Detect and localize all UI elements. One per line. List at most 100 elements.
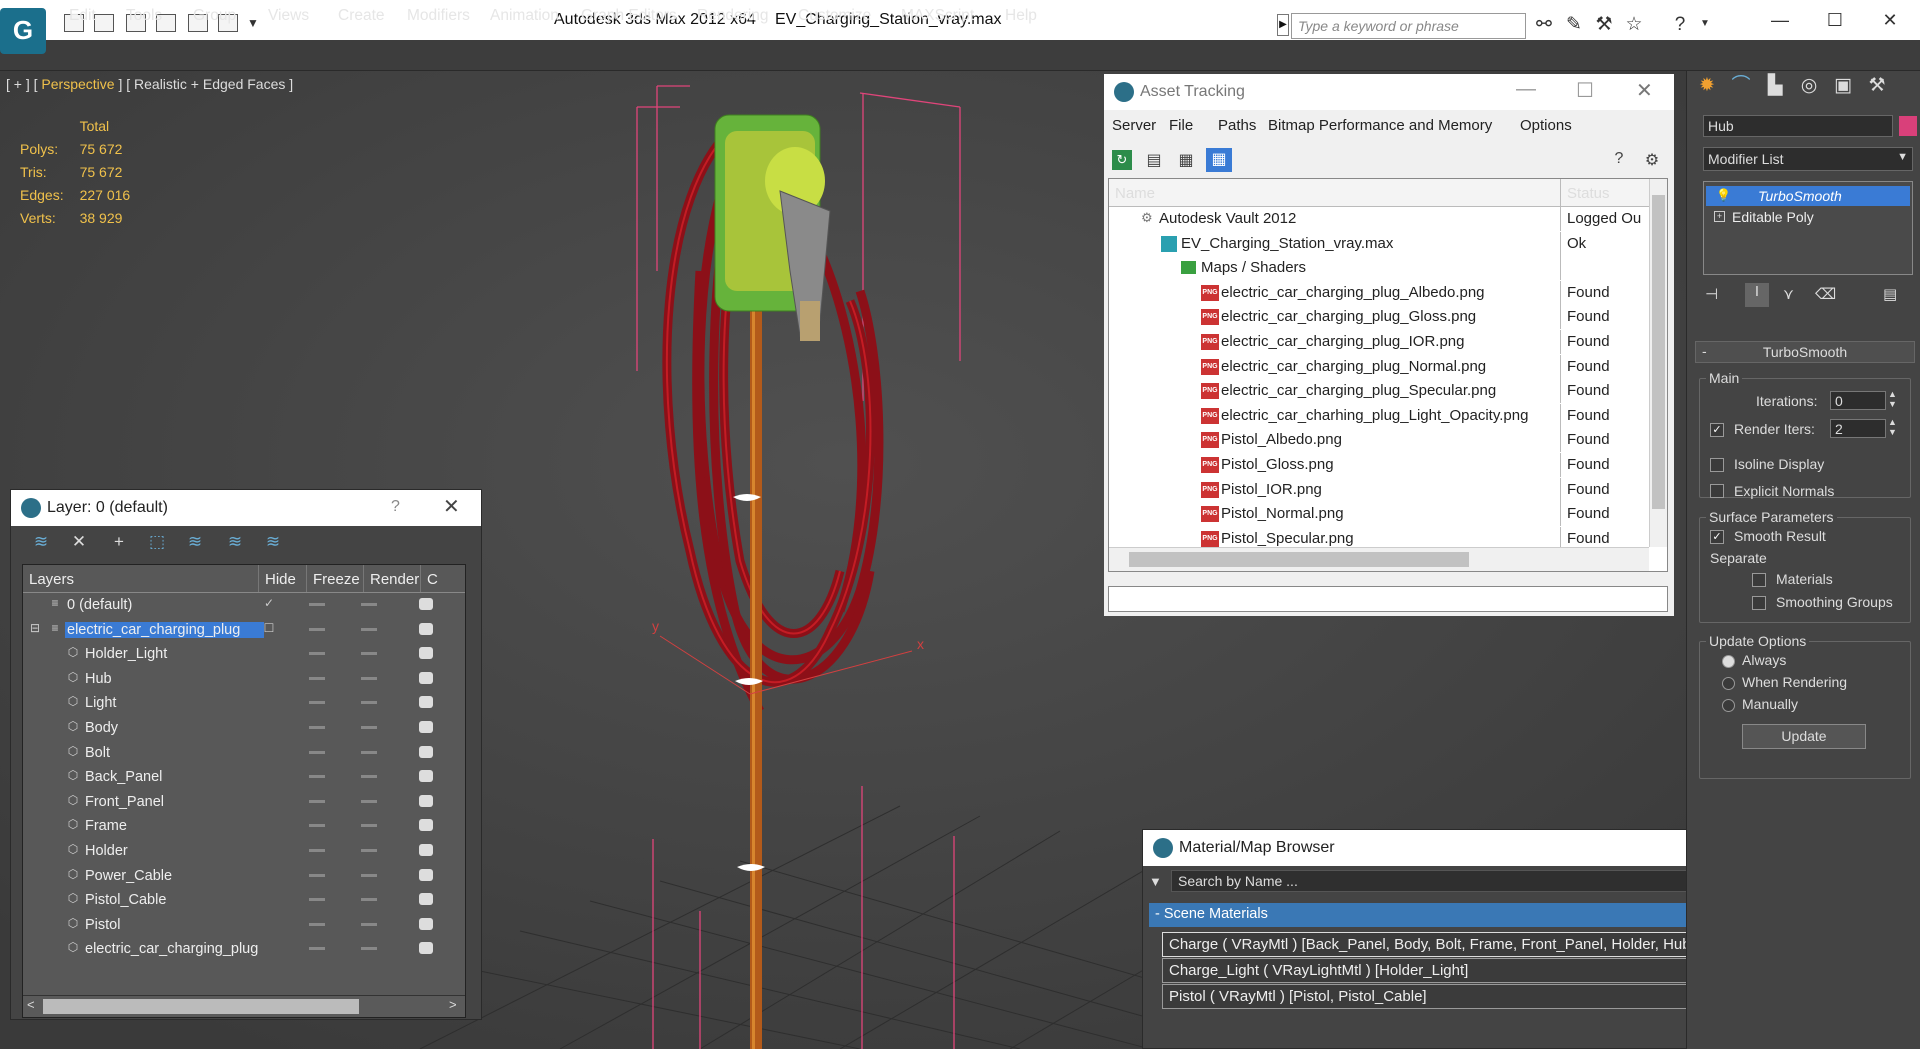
make-unique-icon[interactable]: ⋎ xyxy=(1783,285,1794,303)
app-logo-icon[interactable]: G xyxy=(0,8,46,54)
hide-toggle[interactable] xyxy=(309,726,325,729)
layer-name[interactable]: Front_Panel xyxy=(85,794,164,810)
hide-toggle[interactable] xyxy=(309,898,325,902)
hide-toggle[interactable] xyxy=(309,701,325,705)
layer-row[interactable]: ⬡ Power_Cable xyxy=(23,864,465,888)
freeze-toggle[interactable] xyxy=(361,652,377,656)
asset-row[interactable]: PNG electric_car_charhing_plug_Light_Opac… xyxy=(1109,403,1649,428)
menu-edit[interactable]: Edit xyxy=(69,7,96,25)
layer-name[interactable]: Back_Panel xyxy=(85,769,162,785)
viewport-label-view[interactable]: Perspective xyxy=(38,76,119,92)
layer-name[interactable]: Pistol xyxy=(85,917,120,933)
favorites-star-icon[interactable]: ☆ xyxy=(1622,13,1646,37)
layer-name[interactable]: electric_car_charging_plug xyxy=(85,941,258,957)
radio-always[interactable] xyxy=(1722,655,1735,668)
isoline-display-checkbox[interactable] xyxy=(1710,458,1724,472)
active-check-icon[interactable]: ✓ xyxy=(261,596,277,612)
hide-toggle[interactable] xyxy=(309,873,325,877)
refresh-icon[interactable]: ↻ xyxy=(1112,150,1132,170)
update-button[interactable]: Update xyxy=(1742,724,1866,749)
vertical-scrollbar[interactable] xyxy=(1649,179,1667,547)
scroll-thumb[interactable] xyxy=(1129,552,1469,567)
asset-row[interactable]: PNG electric_car_charging_plug_Specular.p… xyxy=(1109,379,1649,404)
stack-item-turbosmooth[interactable]: TurboSmooth xyxy=(1706,186,1910,206)
freeze-toggle[interactable] xyxy=(361,726,377,729)
hide-toggle[interactable] xyxy=(309,775,325,779)
asset-row[interactable]: ⚙ Autodesk Vault 2012 Logged Ou xyxy=(1109,207,1649,231)
asset-menu-paths[interactable]: Paths xyxy=(1218,117,1256,134)
render-teapot-icon[interactable] xyxy=(419,819,433,832)
freeze-toggle[interactable] xyxy=(361,603,377,606)
hide-toggle[interactable] xyxy=(309,676,325,680)
stack-item-editable-poly[interactable]: Editable Poly xyxy=(1706,207,1910,227)
asset-menu-bitmap[interactable]: Bitmap Performance and Memory xyxy=(1268,117,1492,134)
freeze-toggle[interactable] xyxy=(361,775,377,779)
modify-tab-icon[interactable]: ⌒ xyxy=(1725,71,1757,101)
hide-toggle[interactable] xyxy=(309,750,325,754)
freeze-toggle[interactable] xyxy=(361,824,377,828)
render-teapot-icon[interactable] xyxy=(419,647,433,660)
column-render[interactable]: Render xyxy=(364,565,421,592)
column-status[interactable]: Status xyxy=(1567,185,1610,202)
spinner-arrows-icon[interactable]: ▲ ▼ xyxy=(1888,417,1897,437)
render-teapot-icon[interactable] xyxy=(419,745,433,758)
asset-row[interactable]: PNG Pistol_IOR.png Found xyxy=(1109,477,1649,502)
layer-row[interactable]: ⬡ Back_Panel xyxy=(23,765,465,789)
menu-tools[interactable]: Tools xyxy=(126,7,162,25)
layer-row[interactable]: ⬡ Pistol_Cable xyxy=(23,888,465,912)
hide-all-icon[interactable]: ≋ xyxy=(224,531,246,553)
asset-row[interactable]: PNG electric_car_charging_plug_Normal.png… xyxy=(1109,354,1649,379)
layer-row[interactable]: ⬡ Body xyxy=(23,716,465,740)
configure-sets-icon[interactable]: ▤ xyxy=(1883,285,1897,303)
asset-path-field[interactable] xyxy=(1108,586,1668,612)
minimize-icon[interactable]: — xyxy=(1765,8,1795,32)
menu-views[interactable]: Views xyxy=(268,7,309,25)
binoculars-icon[interactable]: ⚯ xyxy=(1532,13,1556,37)
layer-row[interactable]: ⬡ Holder xyxy=(23,839,465,863)
scroll-thumb[interactable] xyxy=(1652,195,1665,509)
close-icon[interactable]: ✕ xyxy=(1636,78,1653,103)
column-freeze[interactable]: Freeze xyxy=(307,565,364,592)
tools-icon[interactable]: ⚒ xyxy=(1592,13,1616,37)
freeze-toggle[interactable] xyxy=(361,799,377,803)
radio-when-rendering[interactable] xyxy=(1722,677,1735,690)
help-search-input[interactable]: Type a keyword or phrase xyxy=(1291,13,1526,39)
freeze-toggle[interactable] xyxy=(361,701,377,705)
explicit-normals-checkbox[interactable] xyxy=(1710,484,1724,498)
turbosmooth-rollout-header[interactable]: - TurboSmooth xyxy=(1695,341,1915,363)
freeze-toggle[interactable] xyxy=(361,898,377,902)
layer-name[interactable]: electric_car_charging_plug xyxy=(65,621,265,638)
hide-toggle[interactable] xyxy=(309,947,325,951)
table-view-icon[interactable]: ▦ xyxy=(1206,148,1232,172)
spinner-arrows-icon[interactable]: ▲ ▼ xyxy=(1888,389,1897,409)
asset-menu-file[interactable]: File xyxy=(1169,117,1193,134)
menu-animation[interactable]: Animation xyxy=(490,7,559,25)
help-dropdown-icon[interactable]: ▼ xyxy=(1700,18,1710,29)
column-layers[interactable]: Layers xyxy=(23,565,259,592)
render-teapot-icon[interactable] xyxy=(419,917,433,930)
object-color-swatch[interactable] xyxy=(1899,116,1917,136)
viewport-label-shading[interactable]: ] [ Realistic + Edged Faces ] xyxy=(118,76,293,92)
menu-rendering[interactable]: Rendering xyxy=(697,7,769,25)
layer-name[interactable]: Hub xyxy=(85,671,112,687)
layer-row[interactable]: ⬡ Light xyxy=(23,691,465,715)
freeze-toggle[interactable] xyxy=(361,922,377,926)
help-icon[interactable]: ? xyxy=(1609,150,1629,170)
layer-name[interactable]: 0 (default) xyxy=(67,597,132,613)
help-button[interactable]: ? xyxy=(391,498,400,516)
render-teapot-icon[interactable] xyxy=(419,770,433,783)
menu-customize[interactable]: Customize xyxy=(798,7,871,25)
asset-row[interactable]: PNG electric_car_charging_plug_Albedo.png… xyxy=(1109,280,1649,305)
iterations-spinner[interactable]: 0 xyxy=(1830,391,1886,410)
asset-row[interactable]: PNG Pistol_Normal.png Found xyxy=(1109,502,1649,527)
asset-tracking-titlebar[interactable]: Asset Tracking — ☐ ✕ xyxy=(1104,74,1674,110)
layer-row[interactable]: ≡ electric_car_charging_plug ⊟ ☐ xyxy=(23,618,465,642)
column-hide[interactable]: Hide xyxy=(259,565,307,592)
column-more[interactable]: C xyxy=(421,565,467,592)
hide-toggle[interactable] xyxy=(309,652,325,656)
tree-view-icon[interactable]: ▦ xyxy=(1176,150,1196,170)
search-expand-icon[interactable]: ▶ xyxy=(1277,14,1289,36)
separate-materials-checkbox[interactable] xyxy=(1752,573,1766,587)
hide-toggle[interactable] xyxy=(309,824,325,828)
freeze-toggle[interactable] xyxy=(361,627,377,631)
